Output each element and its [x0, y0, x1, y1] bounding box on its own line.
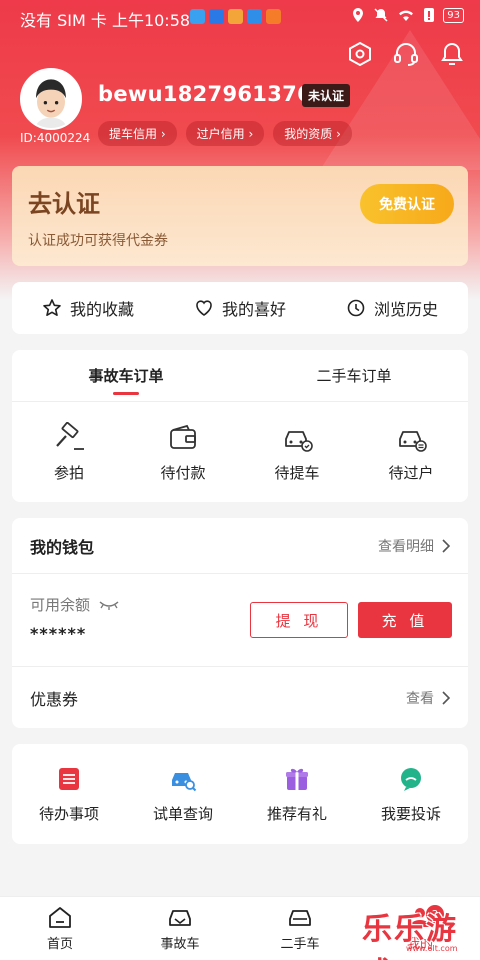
withdraw-button[interactable]: 提 现 — [250, 602, 348, 638]
verify-status-badge[interactable]: 未认证 — [302, 84, 351, 107]
free-verify-button[interactable]: 免费认证 — [360, 184, 454, 224]
user-id: ID:4000224 — [20, 131, 91, 145]
todo-list-icon — [59, 767, 79, 790]
transfer-credit-chip[interactable]: 过户信用 › — [185, 121, 265, 146]
verify-banner[interactable]: 去认证 认证成功可获得代金券 免费认证 — [12, 166, 468, 266]
notification-app-icon — [209, 9, 224, 24]
credit-chips: 提车信用 › 过户信用 › 我的资质 › — [98, 121, 352, 146]
services-card: 待办事项 试单查询 推荐有礼 我要投诉 — [12, 744, 468, 844]
notification-app-icon — [247, 9, 262, 24]
chevron-right-icon — [442, 538, 450, 553]
order-bidding-label: 参拍 — [53, 464, 84, 482]
balance-label: 可用余额 — [30, 596, 91, 614]
order-status-grid: 参拍 待付款 待提车 待过户 — [12, 402, 468, 483]
tab-used-car[interactable]: 二手车 — [240, 897, 360, 960]
car-icon — [169, 910, 191, 926]
favorites-label: 我的收藏 — [69, 300, 134, 319]
order-tabs: 事故车订单 二手车订单 — [12, 350, 468, 402]
quick-links-card: 我的收藏 我的喜好 浏览历史 — [12, 282, 468, 334]
orders-card: 事故车订单 二手车订单 参拍 待付款 待提车 待过户 — [12, 350, 468, 502]
watermark-url: www.6lt.com — [406, 944, 458, 953]
coupon-view-label: 查看 — [406, 690, 434, 707]
wallet-header: 我的钱包 查看明细 — [12, 518, 468, 574]
wifi-icon — [399, 10, 414, 21]
tab-home-label: 首页 — [46, 937, 73, 952]
preferences-label: 我的喜好 — [221, 300, 286, 319]
car-check-icon — [285, 431, 313, 452]
service-referral-label: 推荐有礼 — [266, 804, 327, 823]
status-bar: 没有 SIM 卡 上午10:58 93 — [0, 0, 480, 34]
verify-subtitle: 认证成功可获得代金券 — [28, 233, 168, 249]
header-actions — [346, 40, 466, 68]
star-icon — [43, 299, 61, 317]
verify-title: 去认证 — [28, 190, 100, 218]
tab-accident-car[interactable]: 事故车 — [120, 897, 240, 960]
tab-accident-car-orders[interactable]: 事故车订单 — [12, 350, 240, 401]
notification-app-icon — [228, 9, 243, 24]
avatar[interactable] — [20, 68, 82, 130]
eye-closed-icon[interactable] — [98, 599, 120, 611]
service-complaint-label: 我要投诉 — [380, 804, 441, 823]
heart-icon — [196, 300, 212, 316]
alert-icon — [424, 8, 435, 22]
balance-label-row: 可用余额 — [30, 594, 120, 615]
history-link[interactable]: 浏览历史 — [346, 296, 438, 320]
preferences-link[interactable]: 我的喜好 — [194, 296, 286, 320]
order-pending-transfer-label: 待过户 — [388, 464, 434, 482]
coupon-label: 优惠券 — [30, 689, 79, 709]
wallet-title: 我的钱包 — [30, 537, 95, 557]
home-icon — [49, 907, 71, 928]
gift-icon — [286, 768, 308, 790]
tab-used-car-label: 二手车 — [280, 937, 320, 952]
favorites-link[interactable]: 我的收藏 — [42, 296, 134, 320]
location-icon — [353, 8, 364, 22]
history-label: 浏览历史 — [373, 300, 438, 319]
order-pending-payment[interactable]: 待付款 — [133, 422, 233, 483]
order-pending-payment-label: 待付款 — [160, 464, 206, 482]
service-complaint[interactable]: 我要投诉 — [361, 765, 461, 824]
username: bewu18279613765 — [98, 82, 327, 106]
service-todo-label: 待办事项 — [38, 804, 99, 823]
pickup-credit-chip[interactable]: 提车信用 › — [98, 121, 177, 146]
coupon-view-link[interactable]: 查看 — [406, 688, 450, 708]
settings-icon[interactable] — [346, 40, 374, 68]
chat-bubble-icon — [401, 767, 421, 791]
wallet-detail-label: 查看明细 — [378, 538, 434, 555]
notification-app-icon — [266, 9, 281, 24]
balance-value: ****** — [30, 624, 87, 643]
notification-app-icon — [190, 9, 205, 24]
tab-used-car-orders[interactable]: 二手车订单 — [240, 350, 468, 401]
qualification-chip[interactable]: 我的资质 › — [273, 121, 352, 146]
order-bidding[interactable]: 参拍 — [19, 422, 119, 483]
tab-accident-car-label: 事故车 — [160, 937, 200, 952]
service-order-query-label: 试单查询 — [152, 804, 213, 823]
headset-icon[interactable] — [392, 40, 420, 68]
status-text: 没有 SIM 卡 上午10:58 — [20, 11, 191, 30]
order-pending-transfer[interactable]: 待过户 — [361, 422, 461, 483]
car-icon — [289, 910, 311, 926]
order-pending-pickup[interactable]: 待提车 — [247, 422, 347, 483]
order-pending-pickup-label: 待提车 — [274, 464, 320, 482]
chevron-right-icon — [442, 690, 450, 705]
status-right: 93 — [351, 7, 464, 23]
auction-hammer-icon — [56, 422, 84, 450]
wallet-detail-link[interactable]: 查看明细 — [378, 536, 450, 556]
car-search-icon — [172, 772, 197, 791]
wallet-icon — [170, 424, 196, 449]
topup-button[interactable]: 充 值 — [358, 602, 452, 638]
bell-icon[interactable] — [438, 40, 466, 68]
mute-icon — [374, 8, 388, 22]
coupon-row[interactable]: 优惠券 查看 — [12, 666, 468, 728]
clock-icon — [347, 299, 365, 317]
wallet-card: 我的钱包 查看明细 可用余额 ****** 提 现 充 值 优惠券 查看 — [12, 518, 468, 728]
service-todo[interactable]: 待办事项 — [19, 765, 119, 824]
tab-home[interactable]: 首页 — [0, 897, 120, 960]
battery-level: 93 — [443, 7, 464, 23]
status-app-icons — [190, 9, 281, 24]
service-referral[interactable]: 推荐有礼 — [247, 765, 347, 824]
car-transfer-icon — [399, 431, 427, 452]
service-order-query[interactable]: 试单查询 — [133, 765, 233, 824]
